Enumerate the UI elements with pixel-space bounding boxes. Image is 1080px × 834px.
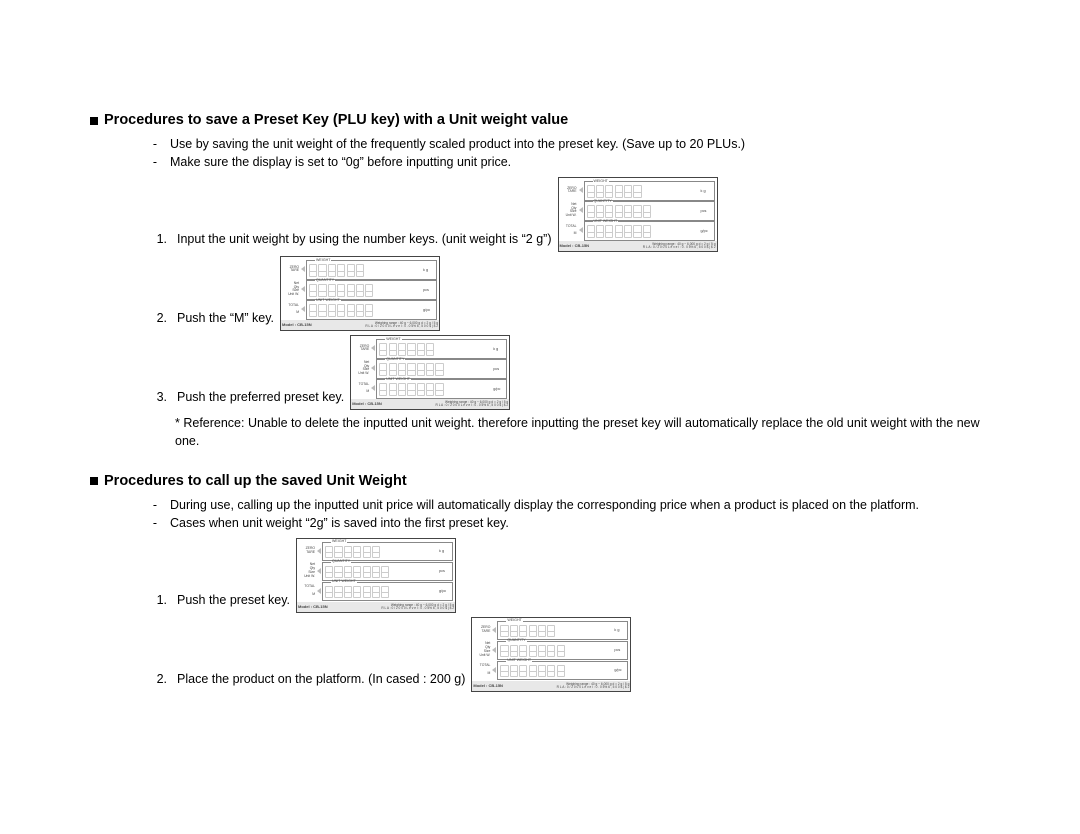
step-row: 1. Push the preset key. ZEROTARE WEIGHT … [137,538,1000,613]
step-number: 1. [137,232,177,252]
section-2-title-text: Procedures to call up the saved Unit Wei… [104,471,407,492]
scale-display-panel: ZEROTARE WEIGHT k g NetQtySizeUnit W. QU… [558,177,718,252]
section-2-title: Procedures to call up the saved Unit Wei… [90,471,1000,492]
section-2-bullets: - During use, calling up the inputted un… [90,496,1000,532]
triangle-left-icon [579,227,583,233]
triangle-left-icon [579,207,583,213]
step-text: Input the unit weight by using the numbe… [177,232,552,252]
step-number: 3. [137,390,177,410]
step-text: Push the preferred preset key. [177,390,344,410]
scale-display-panel: ZEROTARE WEIGHT k g NetQtySizeUnit W. QU… [280,256,440,331]
bullet-square-icon [90,117,98,125]
dash: - [140,135,170,153]
scale-display-panel: ZEROTARE WEIGHT k g NetQtySizeUnit W. QU… [296,538,456,613]
scale-display-panel: ZEROTARE WEIGHT k g NetQtySizeUnit W. QU… [350,335,510,410]
reference-note: * Reference: Unable to delete the inputt… [90,414,1000,450]
step-row: 1. Input the unit weight by using the nu… [137,177,1000,252]
step-number: 2. [137,672,177,692]
step-text: Push the “M” key. [177,311,274,331]
bullet-text: Use by saving the unit weight of the fre… [170,135,745,153]
section-1-bullets: - Use by saving the unit weight of the f… [90,135,1000,171]
scale-display-panel: ZEROTARE WEIGHT k g NetQtySizeUnit W. QU… [471,617,631,692]
section-1-title-text: Procedures to save a Preset Key (PLU key… [104,110,568,131]
bullet-text: Cases when unit weight “2g” is saved int… [170,514,509,532]
section-1-title: Procedures to save a Preset Key (PLU key… [90,110,1000,131]
step-row: 3. Push the preferred preset key. ZEROTA… [137,335,1000,410]
step-text: Place the product on the platform. (In c… [177,672,465,692]
bullet-text: During use, calling up the inputted unit… [170,496,919,514]
step-text: Push the preset key. [177,593,290,613]
step-number: 1. [137,593,177,613]
step-row: 2. Push the “M” key. ZEROTARE WEIGHT k g… [137,256,1000,331]
step-number: 2. [137,311,177,331]
bullet-square-icon [90,477,98,485]
bullet-text: Make sure the display is set to “0g” bef… [170,153,511,171]
step-row: 2. Place the product on the platform. (I… [137,617,1000,692]
triangle-left-icon [579,187,583,193]
dash: - [140,153,170,171]
